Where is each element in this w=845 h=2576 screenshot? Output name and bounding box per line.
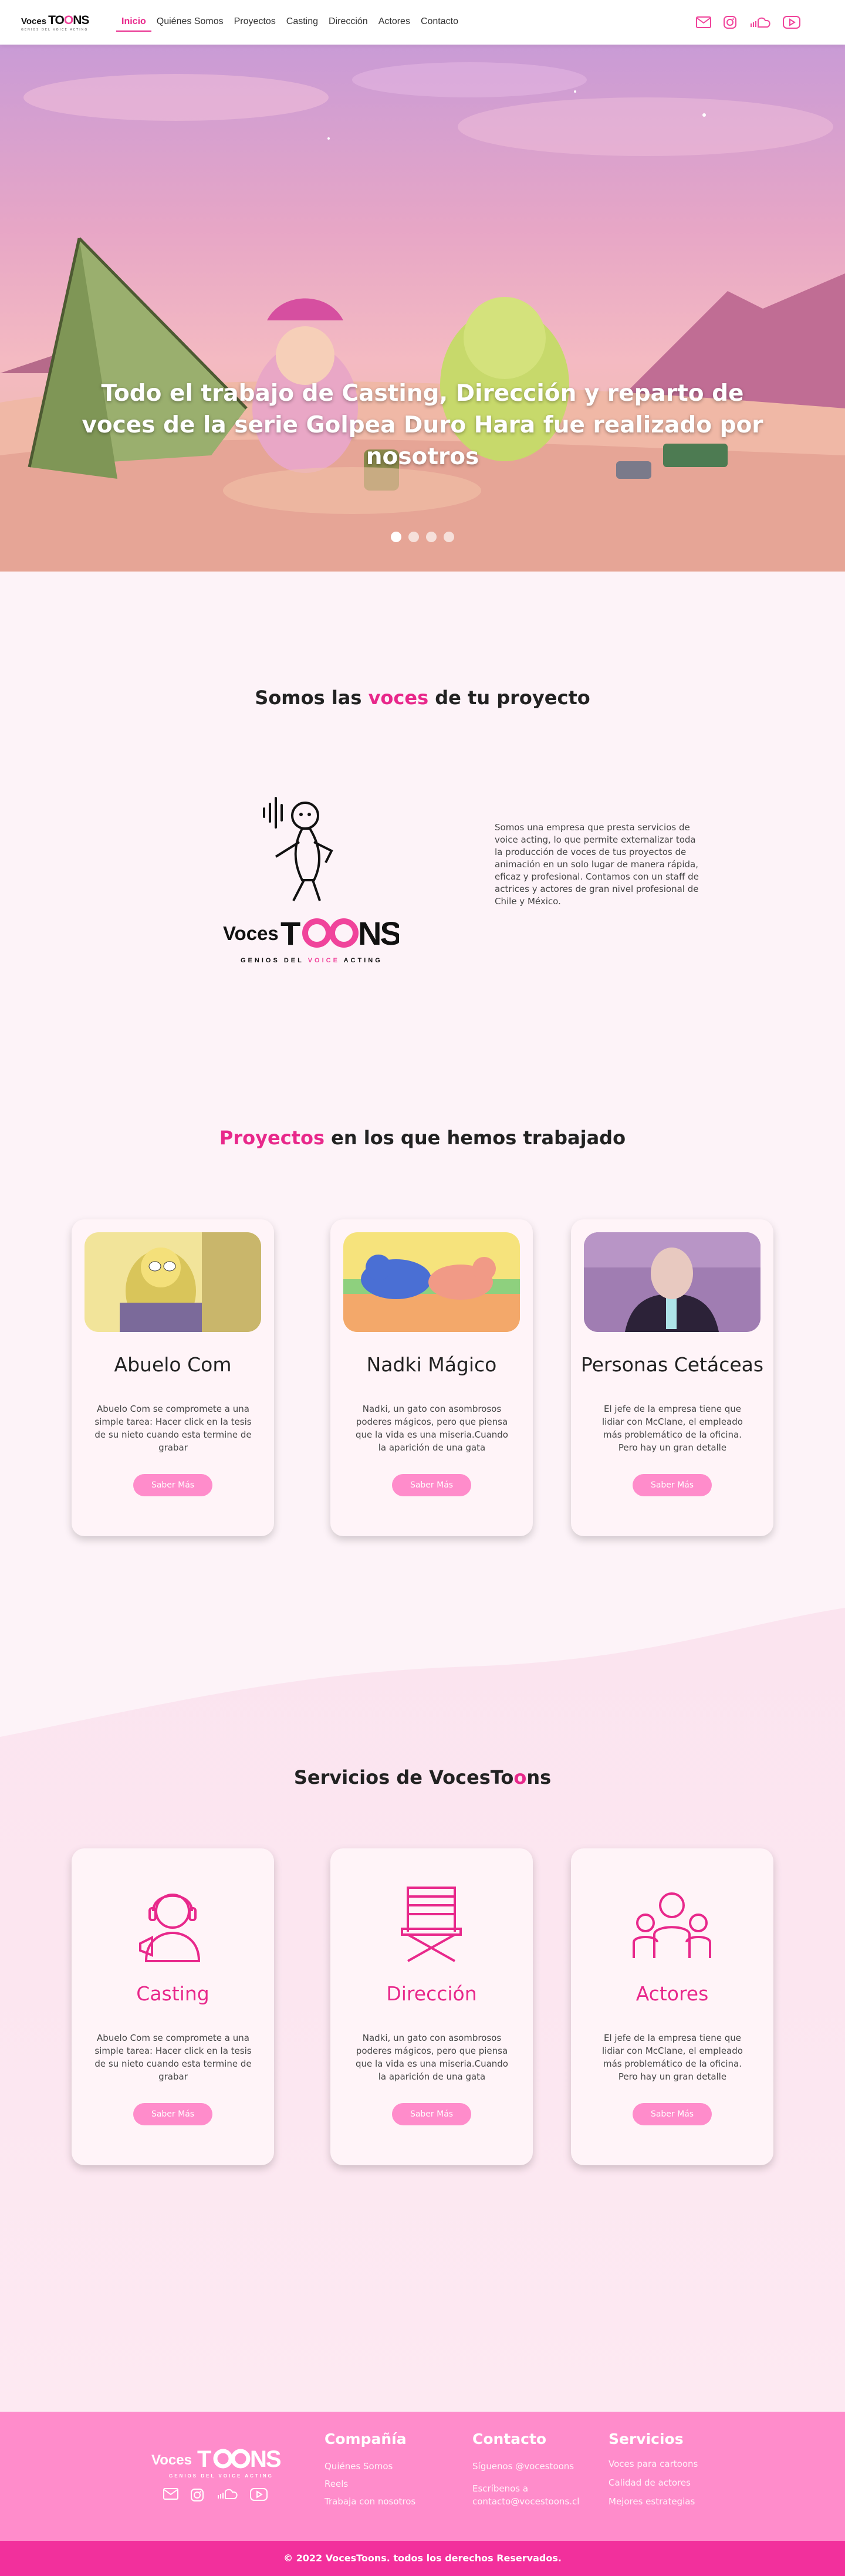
services-heading-pre: Servicios de VocesTo [293, 1766, 514, 1789]
footer-col-title-servicios: Servicios [609, 2430, 684, 2447]
brand-logo[interactable]: Voces TOONS GENIOS DEL VOICE ACTING [21, 13, 92, 32]
logo-tagline: GENIOS DEL VOICE ACTING [21, 28, 89, 32]
navbar: Voces TOONS GENIOS DEL VOICE ACTING Inic… [0, 0, 845, 45]
copyright-text: © 2022 VocesToons. todos los derechos Re… [283, 2553, 562, 2564]
project-desc: Nadki, un gato con asombrosos poderes má… [356, 1404, 508, 1453]
svg-text:NS: NS [358, 915, 399, 952]
saber-mas-button[interactable]: Saber Más [133, 1474, 212, 1496]
footer-link-trabaja[interactable]: Trabaja con nosotros [325, 2495, 415, 2508]
social-icons [696, 15, 800, 29]
project-title: Personas Cetáceas [580, 1353, 764, 1376]
svg-text:Voces: Voces [151, 2452, 192, 2468]
nav-item-casting[interactable]: Casting [281, 13, 323, 32]
logo-voces-text: Voces [223, 922, 279, 944]
project-image-abuelo-com [84, 1232, 261, 1332]
footer-logo[interactable]: Voces T NS GENIOS DEL VOICE ACTING [151, 2441, 286, 2484]
svg-text:GENIOS DEL VOICE ACTING: GENIOS DEL VOICE ACTING [241, 957, 383, 964]
about-heading: Somos las voces de tu proyecto [0, 687, 845, 709]
main-nav: Inicio Quiénes Somos Proyectos Casting D… [116, 13, 464, 32]
saber-mas-button[interactable]: Saber Más [392, 2103, 471, 2125]
service-card-casting: Casting Abuelo Com se compromete a una s… [72, 1848, 274, 2165]
youtube-icon[interactable] [783, 16, 800, 29]
carousel-dots [0, 532, 845, 542]
project-card-abuelo-com: Abuelo Com Abuelo Com se compromete a un… [72, 1219, 274, 1536]
service-card-direccion: Dirección Nadki, un gato con asombrosos … [330, 1848, 533, 2165]
service-desc: Abuelo Com se compromete a una simple ta… [94, 2033, 252, 2082]
mail-icon[interactable] [163, 2488, 178, 2500]
project-card-personas-cetaceas: Personas Cetáceas El jefe de la empresa … [571, 1219, 773, 1536]
nav-item-direccion[interactable]: Dirección [323, 13, 373, 32]
services-heading-highlight: o [513, 1766, 527, 1789]
about-heading-pre: Somos las [255, 687, 369, 709]
logo-toons-text: TOONS [48, 13, 89, 27]
project-desc: Abuelo Com se compromete a una simple ta… [94, 1404, 252, 1453]
footer-link-siguenos[interactable]: Síguenos @vocestoons [472, 2460, 590, 2473]
project-desc: El jefe de la empresa tiene que lidiar c… [602, 1404, 743, 1453]
svg-text:GENIOS DEL VOICE ACTING: GENIOS DEL VOICE ACTING [169, 2473, 273, 2479]
projects-heading-post: en los que hemos trabajado [325, 1127, 626, 1149]
projects-heading-highlight: Proyectos [219, 1127, 325, 1149]
nav-item-inicio[interactable]: Inicio [116, 13, 151, 32]
carousel-dot-1[interactable] [391, 532, 401, 542]
mascot-illustration: Voces T NS GENIOS DEL VOICE ACTING [223, 797, 403, 964]
hero-carousel: Todo el trabajo de Casting, Dirección y … [0, 45, 845, 572]
footer-link-quienes-somos[interactable]: Quiénes Somos [325, 2460, 393, 2473]
nav-item-actores[interactable]: Actores [373, 13, 415, 32]
footer-col-title-compania: Compañía [325, 2430, 407, 2447]
footer-link-email[interactable]: Escríbenos a contacto@vocestoons.cl [472, 2482, 590, 2508]
footer-link-voces-cartoons[interactable]: Voces para cartoons [609, 2457, 698, 2470]
director-chair-icon [401, 1887, 462, 1962]
saber-mas-button[interactable]: Saber Más [633, 2103, 712, 2125]
about-text: Somos una empresa que presta servicios d… [495, 822, 699, 907]
project-image-nadki-magico [343, 1232, 520, 1332]
brand-mascot-logo: Voces T NS GENIOS DEL VOICE ACTING [205, 792, 403, 968]
headset-person-icon [139, 1894, 201, 1962]
project-image-personas-cetaceas [584, 1232, 760, 1332]
mail-icon[interactable] [696, 16, 711, 28]
footer-link-reels[interactable]: Reels [325, 2477, 348, 2490]
hero-title: Todo el trabajo de Casting, Dirección y … [82, 380, 763, 470]
footer-col-title-contacto: Contacto [472, 2430, 547, 2447]
service-card-actores: Actores El jefe de la empresa tiene que … [571, 1848, 773, 2165]
service-title: Dirección [386, 1982, 477, 2005]
service-title: Actores [636, 1982, 709, 2005]
logo-voces-text: Voces [21, 16, 47, 26]
soundcloud-icon[interactable] [749, 16, 771, 28]
youtube-icon[interactable] [250, 2488, 268, 2501]
project-title: Nadki Mágico [366, 1353, 497, 1376]
services-heading-post: ns [526, 1766, 552, 1789]
group-people-icon [633, 1892, 711, 1958]
soundcloud-icon[interactable] [216, 2488, 238, 2500]
services-heading: Servicios de VocesToons [0, 1766, 845, 1789]
nav-item-proyectos[interactable]: Proyectos [229, 13, 281, 32]
footer-link-estrategias[interactable]: Mejores estrategias [609, 2495, 695, 2508]
svg-text:T: T [280, 915, 300, 952]
instagram-icon[interactable] [190, 2488, 204, 2502]
footer-link-calidad[interactable]: Calidad de actores [609, 2476, 691, 2489]
instagram-icon[interactable] [723, 15, 737, 29]
nav-item-contacto[interactable]: Contacto [415, 13, 464, 32]
project-card-nadki-magico: Nadki Mágico Nadki, un gato con asombros… [330, 1219, 533, 1536]
service-title: Casting [136, 1982, 209, 2005]
nav-item-quienes-somos[interactable]: Quiénes Somos [151, 13, 229, 32]
about-heading-post: de tu proyecto [428, 687, 590, 709]
saber-mas-button[interactable]: Saber Más [133, 2103, 212, 2125]
projects-heading: Proyectos en los que hemos trabajado [0, 1127, 845, 1149]
svg-text:T: T [197, 2446, 211, 2472]
footer-social-icons [163, 2488, 268, 2502]
service-desc: Nadki, un gato con asombrosos poderes má… [356, 2033, 508, 2082]
saber-mas-button[interactable]: Saber Más [633, 1474, 712, 1496]
footer [0, 2412, 845, 2541]
carousel-dot-2[interactable] [408, 532, 419, 542]
about-heading-highlight: voces [368, 687, 429, 709]
carousel-dot-3[interactable] [426, 532, 437, 542]
hero-illustration [0, 45, 845, 572]
service-desc: El jefe de la empresa tiene que lidiar c… [602, 2033, 743, 2082]
saber-mas-button[interactable]: Saber Más [392, 1474, 471, 1496]
carousel-dot-4[interactable] [444, 532, 454, 542]
project-title: Abuelo Com [114, 1353, 232, 1376]
copyright-bar: © 2022 VocesToons. todos los derechos Re… [0, 2541, 845, 2576]
svg-text:NS: NS [250, 2446, 281, 2472]
